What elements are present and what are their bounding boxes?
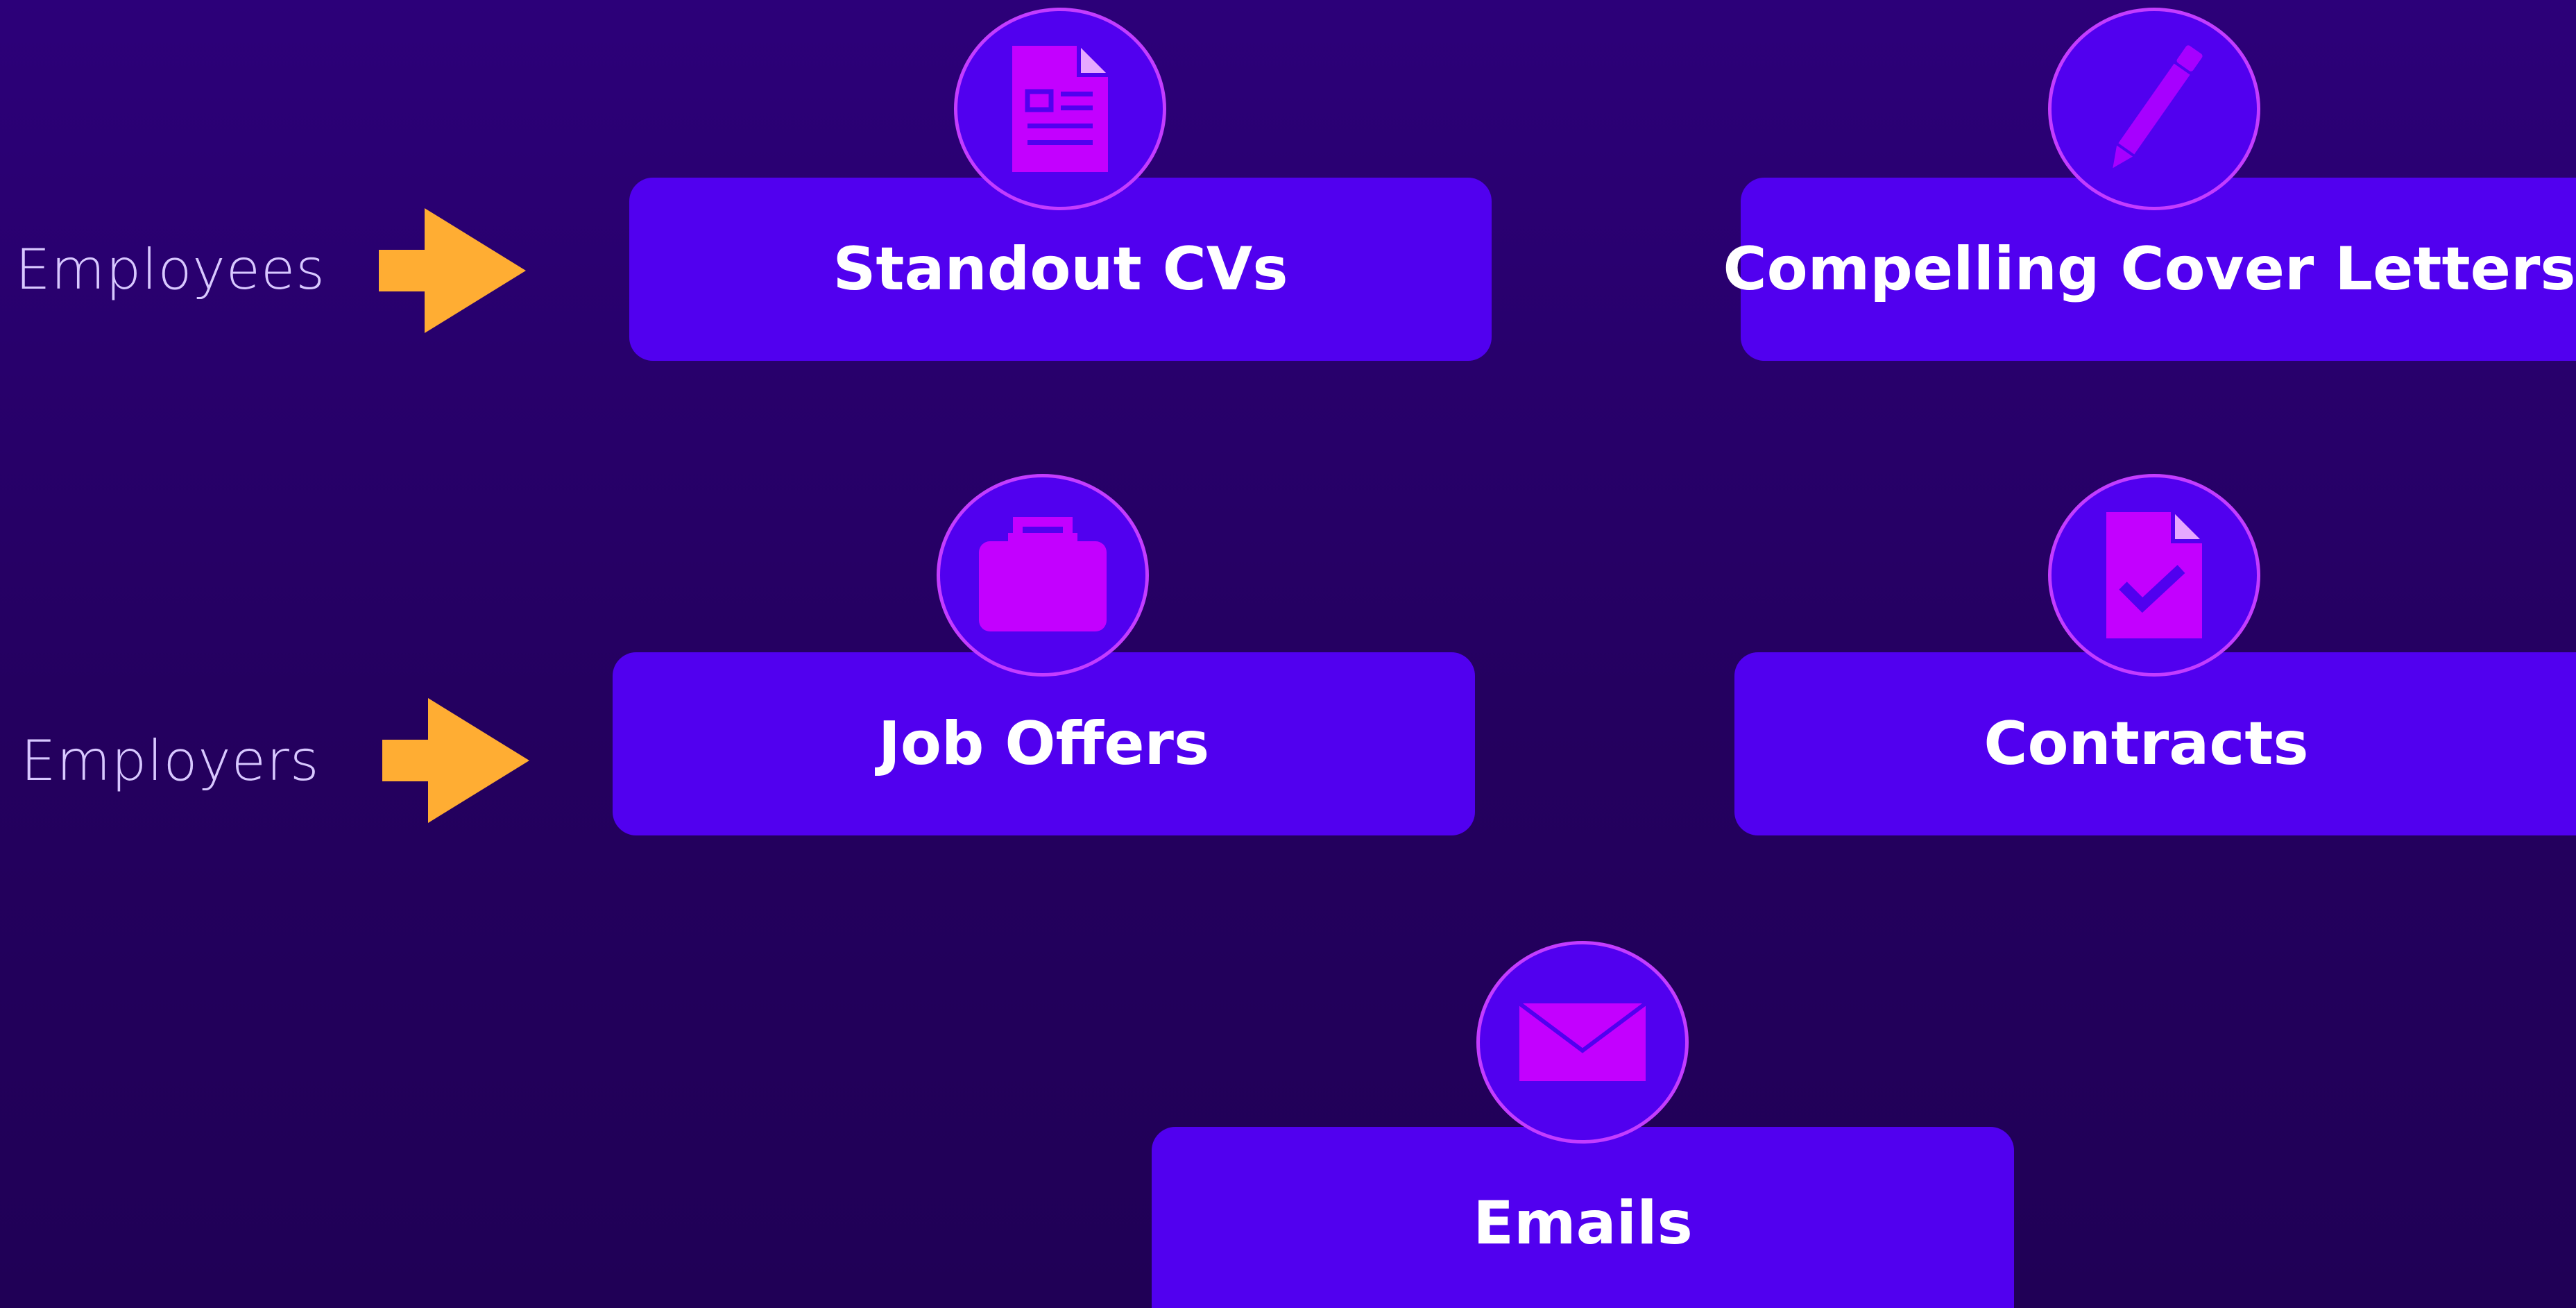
document-icon-circle (954, 8, 1166, 210)
emails-card: Emails (1152, 1127, 2014, 1308)
employers-arrow-icon (382, 698, 529, 823)
emails-label: Emails (1473, 1188, 1693, 1258)
envelope-icon-circle (1476, 941, 1689, 1144)
contracts-card: Contracts (1734, 652, 2576, 835)
cover-letters-label: Compelling Cover Letters (1723, 235, 2576, 304)
diagram-canvas: { "audiences": [ {"label": "Employees"},… (0, 0, 2576, 1308)
document-icon (1012, 46, 1108, 172)
briefcase-icon (979, 517, 1107, 631)
contracts-label: Contracts (1984, 709, 2309, 779)
envelope-icon (1518, 1001, 1647, 1081)
pencil-icon-circle (2048, 8, 2260, 210)
employees-arrow-icon (379, 208, 526, 333)
job-offers-label: Job Offers (878, 709, 1210, 779)
contract-icon-circle (2048, 474, 2260, 677)
employees-label: Employees (15, 237, 325, 302)
standout-cvs-label: Standout CVs (833, 235, 1288, 304)
briefcase-icon-circle (937, 474, 1149, 677)
employers-label: Employers (21, 729, 320, 793)
contract-check-icon (2106, 512, 2202, 638)
job-offers-card: Job Offers (613, 652, 1475, 835)
pencil-icon (2113, 45, 2203, 169)
